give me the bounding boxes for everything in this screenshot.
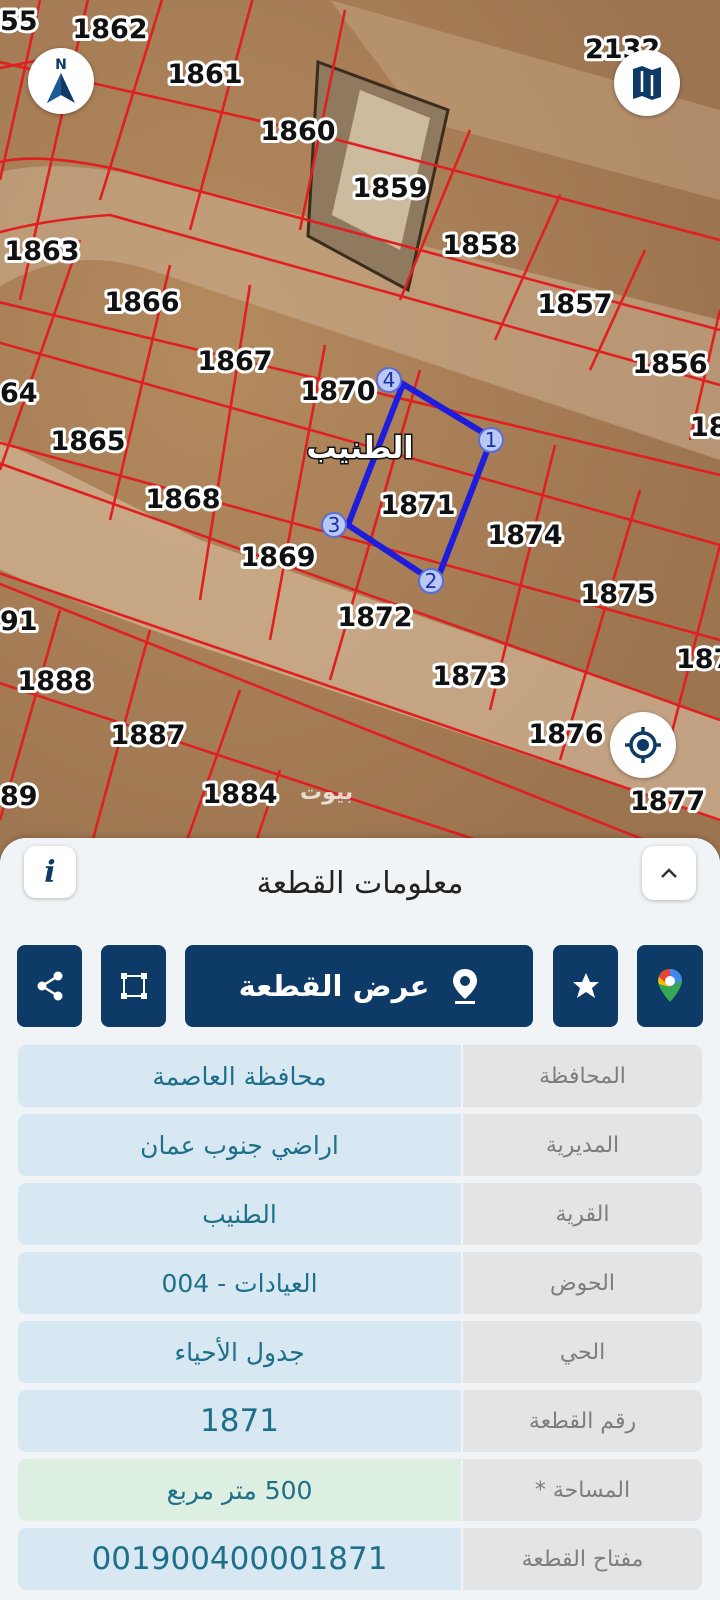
satellite-map[interactable]: 1 2 3 4 الطنيب 1862 1861 1860 1859 1858 … xyxy=(0,0,720,860)
location-pin-icon xyxy=(453,969,478,1004)
row-governorate: محافظة العاصمة المحافظة xyxy=(18,1045,702,1107)
draw-polygon-button[interactable] xyxy=(101,945,166,1027)
watermark: بيوت xyxy=(300,780,354,805)
panel-title: معلومات القطعة xyxy=(256,866,464,901)
plot-label-1874[interactable]: 1874 xyxy=(484,517,565,554)
area-value: 500 متر مربع xyxy=(18,1459,461,1521)
plot-label-1877[interactable]: 1877 xyxy=(627,783,708,820)
governorate-label: المحافظة xyxy=(463,1045,702,1107)
plot-label-187[interactable]: 187 xyxy=(673,641,720,678)
corner-label-4: 4 xyxy=(383,368,396,392)
chevron-up-icon xyxy=(661,868,677,878)
plot-label-1887[interactable]: 1887 xyxy=(107,717,188,754)
my-location-button[interactable] xyxy=(610,712,676,778)
row-area: 500 متر مربع المساحة * xyxy=(18,1459,702,1521)
info-icon: i xyxy=(44,854,56,890)
plot-label-64[interactable]: 64 xyxy=(0,375,41,412)
plot-label-1888[interactable]: 1888 xyxy=(14,663,95,700)
row-neighborhood: جدول الأحياء الحي xyxy=(18,1321,702,1383)
plot-label-1859[interactable]: 1859 xyxy=(349,170,430,207)
favorite-icon xyxy=(572,973,599,998)
map-layers-button[interactable] xyxy=(614,50,680,116)
corner-label-2: 2 xyxy=(425,569,438,593)
directorate-value: اراضي جنوب عمان xyxy=(18,1114,461,1176)
plot-key-value[interactable]: 001900400001871 xyxy=(18,1528,461,1590)
google-maps-button[interactable] xyxy=(637,945,703,1027)
plot-label-1857[interactable]: 1857 xyxy=(534,286,615,323)
plot-label-1858[interactable]: 1858 xyxy=(439,227,520,264)
plot-label-1870[interactable]: 1870 xyxy=(297,373,378,410)
plot-label-1856[interactable]: 1856 xyxy=(629,346,710,383)
basin-value: العيادات - 004 xyxy=(18,1252,461,1314)
directorate-label: المديرية xyxy=(463,1114,702,1176)
row-plot-key: 001900400001871 مفتاح القطعة xyxy=(18,1528,702,1590)
village-value: الطنيب xyxy=(18,1183,461,1245)
plot-label-89[interactable]: 89 xyxy=(0,778,41,815)
plot-label-55[interactable]: 55 xyxy=(0,3,41,40)
collapse-button[interactable] xyxy=(642,846,696,900)
plot-label-1863[interactable]: 1863 xyxy=(1,233,82,270)
governorate-value: محافظة العاصمة xyxy=(18,1045,461,1107)
row-basin: العيادات - 004 الحوض xyxy=(18,1252,702,1314)
plot-label-18[interactable]: 18 xyxy=(687,409,720,446)
plot-label-1869[interactable]: 1869 xyxy=(237,539,318,576)
my-location-icon xyxy=(625,727,661,763)
plot-label-1875[interactable]: 1875 xyxy=(577,576,658,613)
plot-label-1873[interactable]: 1873 xyxy=(429,658,510,695)
plot-number-value: 1871 xyxy=(18,1390,461,1452)
info-button[interactable]: i xyxy=(24,846,76,898)
north-arrow-icon: N xyxy=(47,57,75,103)
corner-label-3: 3 xyxy=(328,513,341,537)
basin-label: الحوض xyxy=(463,1252,702,1314)
plot-label-1861[interactable]: 1861 xyxy=(164,56,245,93)
plot-key-label: مفتاح القطعة xyxy=(463,1528,702,1590)
plot-label-1872[interactable]: 1872 xyxy=(334,599,415,636)
share-icon xyxy=(37,971,62,1001)
share-button[interactable] xyxy=(17,945,82,1027)
village-label: القرية xyxy=(463,1183,702,1245)
plot-label-1866[interactable]: 1866 xyxy=(101,284,182,321)
plot-label-1865[interactable]: 1865 xyxy=(47,423,128,460)
view-plot-label: عرض القطعة xyxy=(238,969,430,1003)
row-village: الطنيب القرية xyxy=(18,1183,702,1245)
row-directorate: اراضي جنوب عمان المديرية xyxy=(18,1114,702,1176)
favorite-button[interactable] xyxy=(553,945,618,1027)
plot-label-1876[interactable]: 1876 xyxy=(525,716,606,753)
compass-button[interactable]: N xyxy=(28,48,94,114)
area-name-label: الطنيب xyxy=(306,431,413,466)
plot-label-1867[interactable]: 1867 xyxy=(194,343,275,380)
google-maps-icon xyxy=(658,969,682,1002)
plot-label-1862[interactable]: 1862 xyxy=(69,11,150,48)
corner-label-1: 1 xyxy=(485,428,498,452)
neighborhood-value: جدول الأحياء xyxy=(18,1321,461,1383)
view-plot-button[interactable]: عرض القطعة xyxy=(185,945,533,1027)
plot-label-1860[interactable]: 1860 xyxy=(257,113,338,150)
area-label: المساحة * xyxy=(463,1459,702,1521)
plot-label-1868[interactable]: 1868 xyxy=(142,481,223,518)
map-layers-icon xyxy=(633,66,661,100)
plot-label-91[interactable]: 91 xyxy=(0,603,41,640)
neighborhood-label: الحي xyxy=(463,1321,702,1383)
plot-label-1884[interactable]: 1884 xyxy=(199,776,280,813)
plot-number-label: رقم القطعة xyxy=(463,1390,702,1452)
plot-label-1871[interactable]: 1871 xyxy=(377,487,458,524)
row-plot-number: 1871 رقم القطعة xyxy=(18,1390,702,1452)
polygon-icon xyxy=(120,973,147,999)
svg-text:N: N xyxy=(55,57,67,73)
